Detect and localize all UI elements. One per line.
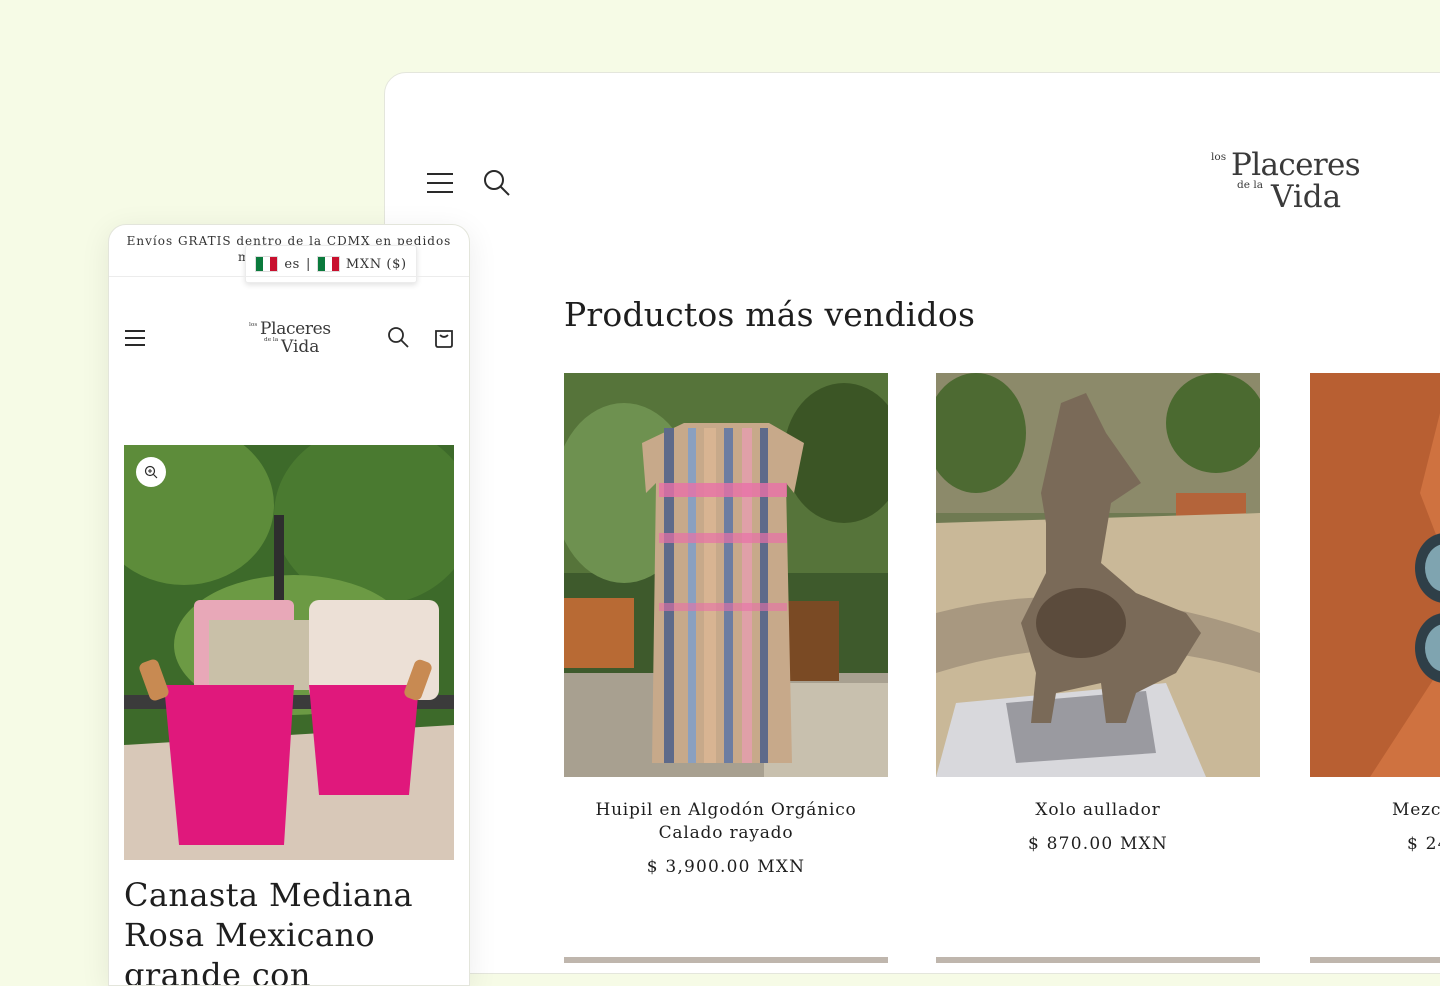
locale-selector[interactable]: es | MXN ($) bbox=[245, 245, 417, 283]
store-logo[interactable]: los Placeres de la Vida bbox=[249, 319, 339, 361]
product-price: $ 3,900.00 MXN bbox=[646, 857, 806, 877]
product-image-row2 bbox=[1310, 957, 1440, 963]
product-image-row2 bbox=[936, 957, 1260, 963]
product-name[interactable]: Xolo aullador bbox=[936, 799, 1260, 822]
section-title: Productos más vendidos bbox=[564, 295, 976, 334]
logo-los: los bbox=[249, 322, 258, 328]
product-image-mezcal[interactable] bbox=[1310, 373, 1440, 777]
mobile-window: Envíos GRATIS dentro de la CDMX en pedid… bbox=[108, 224, 470, 986]
store-logo[interactable]: los Placeres de la Vida bbox=[1211, 147, 1371, 229]
logo-de-la: de la bbox=[1237, 179, 1263, 191]
search-icon[interactable] bbox=[387, 326, 409, 348]
product-name[interactable]: Mezca bbox=[1310, 799, 1440, 822]
product-image-xolo[interactable] bbox=[936, 373, 1260, 777]
cart-icon[interactable] bbox=[433, 326, 455, 348]
logo-placeres: Placeres bbox=[260, 319, 331, 339]
product-card-huipil[interactable]: Huipil en Algodón Orgánico Calado rayado… bbox=[564, 373, 888, 877]
logo-de-la: de la bbox=[264, 337, 279, 343]
product-image-huipil[interactable] bbox=[564, 373, 888, 777]
product-title: Canasta Mediana Rosa Mexicano grande con bbox=[124, 876, 413, 986]
product-name[interactable]: Huipil en Algodón Orgánico Calado rayado bbox=[564, 799, 888, 845]
mexico-flag-icon bbox=[255, 256, 279, 272]
hamburger-menu-icon[interactable] bbox=[125, 328, 145, 346]
zoom-icon[interactable] bbox=[136, 457, 166, 487]
header-divider bbox=[109, 276, 469, 277]
currency-label: MXN ($) bbox=[345, 256, 407, 272]
product-card-mezcal[interactable]: Mezca $ 24 bbox=[1310, 373, 1440, 854]
logo-vida: Vida bbox=[281, 337, 320, 357]
desktop-window: los Placeres de la Vida Productos más ve… bbox=[384, 72, 1440, 974]
logo-placeres: Placeres bbox=[1231, 147, 1361, 183]
logo-los: los bbox=[1211, 151, 1227, 163]
logo-vida: Vida bbox=[1271, 179, 1342, 215]
locale-separator: | bbox=[305, 256, 311, 272]
product-price: $ 24 bbox=[1407, 834, 1440, 854]
product-card-xolo[interactable]: Xolo aullador $ 870.00 MXN bbox=[936, 373, 1260, 854]
product-price: $ 870.00 MXN bbox=[1028, 834, 1168, 854]
product-image-baskets[interactable] bbox=[124, 445, 454, 860]
product-image-row2 bbox=[564, 957, 888, 963]
hamburger-menu-icon[interactable] bbox=[427, 171, 453, 195]
search-icon[interactable] bbox=[483, 169, 511, 197]
mexico-flag-icon bbox=[316, 256, 340, 272]
language-label: es bbox=[284, 256, 300, 272]
